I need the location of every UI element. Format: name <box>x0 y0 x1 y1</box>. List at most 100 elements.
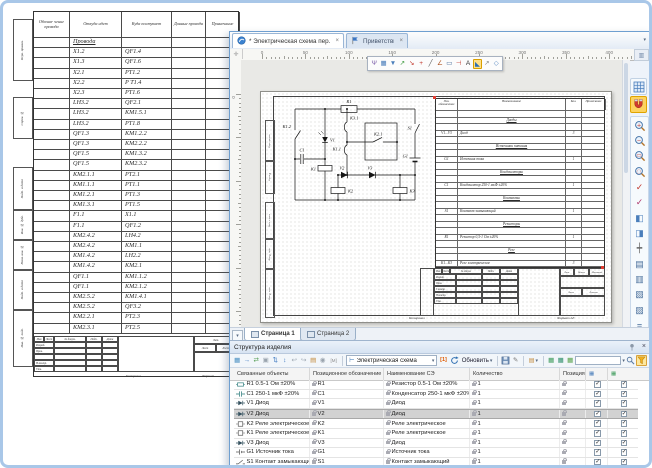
refresh-icon[interactable] <box>450 356 459 365</box>
checkbox[interactable]: ✓ <box>621 420 628 427</box>
checkbox[interactable]: ✓ <box>594 459 601 466</box>
pin-icon[interactable] <box>628 343 636 353</box>
checkbox[interactable]: ✓ <box>621 459 628 466</box>
report-sheet-icon[interactable]: ▤ <box>309 355 318 366</box>
selection-brackets-icon[interactable]: [1] <box>438 355 448 366</box>
snap-nearest-icon[interactable]: ↗ <box>398 59 406 69</box>
ruler-options-button[interactable]: ▥ <box>634 49 649 61</box>
structure-col-header[interactable]: Количество <box>470 368 560 380</box>
table-green-2-icon[interactable]: ▦ <box>556 355 565 366</box>
chevron-down-icon[interactable]: ▾ <box>622 358 625 364</box>
structure-col-header[interactable]: Связанные объекты <box>234 368 310 380</box>
checkbox[interactable]: ✓ <box>594 391 601 398</box>
structure-col-header[interactable]: Наименование СЭ <box>384 368 470 380</box>
snap-text-icon[interactable]: A <box>464 59 472 69</box>
unlink-icon[interactable]: ↪ <box>300 355 309 366</box>
snap-list-icon[interactable]: ▼ <box>389 59 397 69</box>
zoom-all-icon[interactable]: ◌ <box>632 164 647 179</box>
checkbox-col-blue-icon[interactable]: ▦ <box>586 368 608 380</box>
structure-row[interactable]: R1 0.5-1 Ом ±20%R1Резистор 0.5-1 Ом ±20%… <box>234 380 638 390</box>
structure-row[interactable]: G1 Источник токаG1Источник тока1✓✓ <box>234 448 638 458</box>
snap-center-icon[interactable]: + <box>417 59 425 69</box>
checkbox[interactable]: ✓ <box>621 449 628 456</box>
structure-row[interactable]: K1 Реле электрическоеK1Реле электрическо… <box>234 429 638 439</box>
checkbox[interactable]: ✓ <box>594 381 601 388</box>
tab-electric-scheme[interactable]: * Электрическая схема пер... × <box>232 33 344 48</box>
search-icon[interactable] <box>626 356 635 365</box>
exchange-icon[interactable]: ⇄ <box>252 355 261 366</box>
tab-list-dropdown-icon[interactable]: ▾ <box>643 37 646 43</box>
zoom-area-icon[interactable]: ▭ <box>632 149 647 164</box>
scrollbar-thumb[interactable] <box>624 63 628 173</box>
orientation-cube2-icon[interactable]: ◨ <box>632 226 647 241</box>
snap-user-icon[interactable]: ◇ <box>492 59 500 69</box>
orientation-cube-icon[interactable]: ◧ <box>632 210 647 225</box>
structure-row[interactable]: V3 ДиодV3Диод1✓✓ <box>234 439 638 449</box>
zoom-out-icon[interactable]: − <box>632 133 647 148</box>
snap-line-icon[interactable]: ╱ <box>426 59 434 69</box>
snap-ortho-icon[interactable]: ◣ <box>473 59 481 69</box>
close-icon[interactable]: × <box>399 38 403 44</box>
redraw-icon[interactable]: ✓ <box>632 180 647 195</box>
checkbox[interactable]: ✓ <box>594 430 601 437</box>
checkbox[interactable]: ✓ <box>594 420 601 427</box>
doc-a2-icon[interactable]: ▥ <box>632 272 647 287</box>
zoom-in-icon[interactable]: + <box>632 118 647 133</box>
snap-filter-icon[interactable]: Ψ <box>370 59 378 69</box>
sheet-stack-icon[interactable]: ▨ <box>632 303 647 318</box>
checkbox[interactable]: ✓ <box>594 440 601 447</box>
scheme-selector[interactable]: ⊢Электрическая схема▾ <box>346 355 437 366</box>
insert-table-icon[interactable]: ▦ <box>233 355 242 366</box>
table-green-1-icon[interactable]: ▦ <box>547 355 556 366</box>
wire-cell <box>172 201 206 211</box>
sort-up-down-icon[interactable]: ⇅ <box>271 355 280 366</box>
marker-icon[interactable]: ◉ <box>319 355 328 366</box>
structure-row[interactable]: K2 Реле электрическоеK2Реле электрическо… <box>234 419 638 429</box>
checkbox[interactable]: ✓ <box>621 440 628 447</box>
drawing-canvas[interactable]: Перв. примен.Справ. №Подп. и датаИнв. № … <box>241 60 622 327</box>
checkbox[interactable]: ✓ <box>594 411 601 418</box>
report-icon[interactable]: ▤▾ <box>527 355 540 366</box>
checkbox-col-green-icon[interactable]: ▦ <box>608 368 638 380</box>
snap-angle-icon[interactable]: ∠ <box>436 59 444 69</box>
checkbox[interactable]: ✓ <box>621 400 628 407</box>
refresh-button[interactable]: Обновить▾ <box>460 355 495 366</box>
magnet-snap-icon[interactable] <box>630 96 647 113</box>
properties-icon[interactable]: ▣ <box>262 355 271 366</box>
refresh-view-icon[interactable]: ✓ <box>632 195 647 210</box>
vertical-scrollbar[interactable] <box>622 60 630 327</box>
checkbox[interactable]: ✓ <box>621 391 628 398</box>
checkbox[interactable]: ✓ <box>594 449 601 456</box>
tab-welcome[interactable]: Приветствие × <box>346 33 408 48</box>
close-icon[interactable]: × <box>335 38 339 44</box>
structure-row[interactable]: V1 ДиодV1Диод1✓✓ <box>234 399 638 409</box>
structure-col-header[interactable]: Позиционное обозначение <box>310 368 384 380</box>
sheet-add-icon[interactable]: ▧ <box>632 287 647 302</box>
checkbox[interactable]: ✓ <box>594 400 601 407</box>
checkbox[interactable]: ✓ <box>621 411 628 418</box>
grid-toggle-icon[interactable] <box>630 78 647 95</box>
save-icon[interactable] <box>501 356 510 365</box>
structure-row[interactable]: C1 250-1 мкФ ±20%C1Конденсатор 250-1 мкФ… <box>234 390 638 400</box>
edit-icon[interactable]: ✎ <box>511 355 520 366</box>
structure-search-input[interactable] <box>575 356 621 365</box>
table-green-3-icon[interactable]: ▦ <box>566 355 575 366</box>
structure-row[interactable]: S1 Контакт замыкающийS1Контакт замыкающи… <box>234 458 638 467</box>
structure-row[interactable]: V2 ДиодV2Диод1✓✓ <box>234 409 638 420</box>
structure-col-header[interactable]: Позиция <box>560 368 586 380</box>
snap-cursor-icon[interactable]: ↗ <box>483 59 491 69</box>
insert-object-icon[interactable]: → <box>243 355 252 366</box>
divider-icon[interactable]: ┿ <box>632 241 647 256</box>
close-icon[interactable]: × <box>642 343 646 350</box>
link-icon[interactable]: ↩ <box>290 355 299 366</box>
doc-format-icon[interactable]: ▤ <box>632 257 647 272</box>
snap-rect-icon[interactable]: ▭ <box>445 59 453 69</box>
checkbox[interactable]: ✓ <box>621 381 628 388</box>
snap-point-icon[interactable]: ↘ <box>408 59 416 69</box>
sort-icon[interactable]: ↕ <box>281 355 290 366</box>
snap-perpendicular-icon[interactable]: ⊣ <box>455 59 463 69</box>
snap-grid-icon[interactable]: ▦ <box>379 59 387 69</box>
checkbox[interactable]: ✓ <box>621 430 628 437</box>
macro-icon[interactable]: [M] <box>328 355 339 366</box>
filter-button[interactable] <box>636 355 647 366</box>
